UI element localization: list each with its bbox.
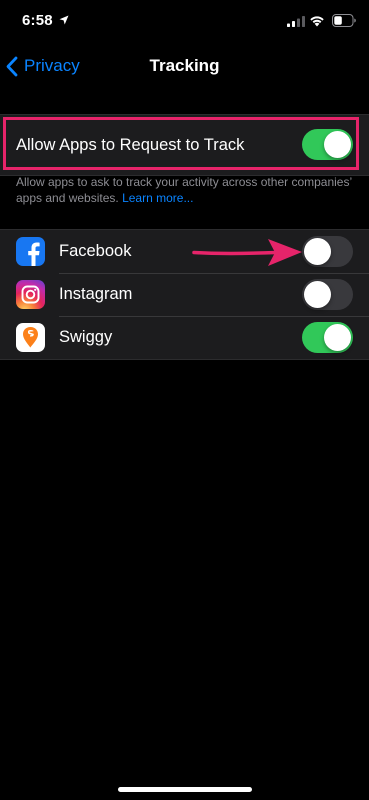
location-arrow-icon: [59, 15, 69, 25]
status-time: 6:58: [22, 12, 53, 29]
home-indicator[interactable]: [118, 787, 252, 792]
wifi-icon: [310, 16, 324, 27]
back-button[interactable]: Privacy: [6, 44, 80, 88]
toggle-knob: [304, 238, 331, 265]
swiggy-icon: [16, 323, 45, 352]
facebook-icon: [16, 237, 45, 266]
app-row-facebook: Facebook: [0, 230, 369, 273]
allow-tracking-footer: Allow apps to ask to track your activity…: [16, 174, 356, 206]
toggle-knob: [324, 324, 351, 351]
toggle-knob: [304, 281, 331, 308]
learn-more-link[interactable]: Learn more...: [122, 191, 193, 205]
facebook-tracking-toggle[interactable]: [302, 236, 353, 267]
instagram-icon: [16, 280, 45, 309]
app-name: Facebook: [59, 242, 132, 260]
back-button-label: Privacy: [24, 56, 80, 75]
highlight-annotation-box: [3, 117, 359, 170]
chevron-left-icon: [6, 56, 18, 76]
app-name: Instagram: [59, 285, 133, 303]
app-row-instagram: Instagram: [0, 273, 369, 316]
app-row-swiggy: Swiggy: [0, 316, 369, 359]
cellular-signal-icon: [287, 16, 305, 27]
swiggy-tracking-toggle[interactable]: [302, 322, 353, 353]
instagram-tracking-toggle[interactable]: [302, 279, 353, 310]
apps-list: Facebook Instagram Swiggy: [0, 229, 369, 360]
navigation-bar: Privacy Tracking: [0, 44, 369, 88]
status-bar: 6:58: [0, 0, 369, 44]
battery-icon: [332, 14, 356, 27]
pointer-arrow-annotation: [192, 239, 302, 266]
app-name: Swiggy: [59, 328, 113, 346]
